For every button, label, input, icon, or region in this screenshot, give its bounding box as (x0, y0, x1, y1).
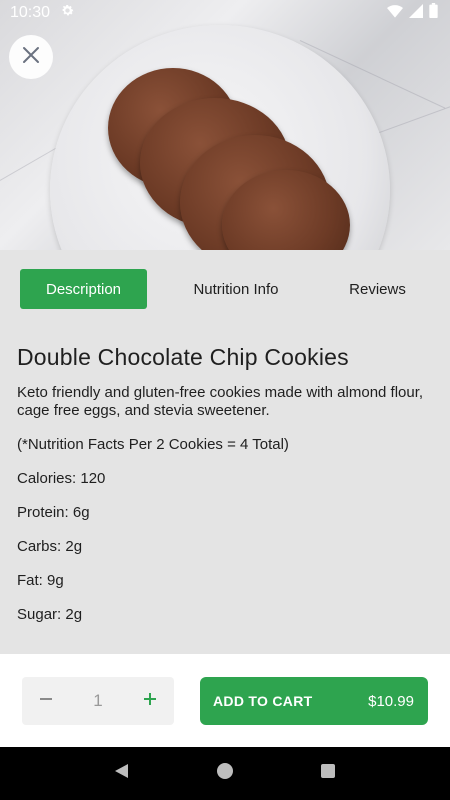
close-icon (22, 46, 40, 69)
home-button[interactable] (213, 762, 237, 786)
recents-icon (319, 762, 337, 785)
serving-note: (*Nutrition Facts Per 2 Cookies = 4 Tota… (17, 436, 289, 453)
fact-sugar: Sugar: 2g (17, 606, 83, 623)
fact-calories: Calories: 120 (17, 470, 106, 487)
recents-button[interactable] (316, 762, 340, 786)
battery-icon (429, 3, 438, 23)
tab-nutrition-info[interactable]: Nutrition Info (147, 269, 325, 309)
minus-icon (38, 691, 54, 712)
cart-bar: 1 ADD TO CART $10.99 (0, 654, 450, 747)
wifi-icon (387, 4, 403, 23)
navigation-bar (0, 747, 450, 800)
decrement-button[interactable] (34, 689, 58, 713)
home-icon (216, 762, 234, 785)
fact-protein: Protein: 6g (17, 504, 90, 521)
product-image (0, 0, 450, 250)
plus-icon (142, 691, 158, 712)
close-button[interactable] (9, 35, 53, 79)
add-to-cart-button[interactable]: ADD TO CART $10.99 (200, 677, 428, 725)
settings-icon (60, 3, 75, 23)
increment-button[interactable] (138, 689, 162, 713)
price-label: $10.99 (368, 692, 414, 710)
product-description: Keto friendly and gluten-free cookies ma… (17, 384, 424, 419)
status-time: 10:30 (10, 4, 51, 21)
quantity-value: 1 (93, 691, 103, 710)
description-panel: Double Chocolate Chip Cookies Keto frien… (17, 344, 433, 640)
status-bar: 10:30 (0, 0, 450, 26)
product-title: Double Chocolate Chip Cookies (17, 344, 349, 370)
tab-reviews[interactable]: Reviews (325, 269, 430, 309)
tab-description[interactable]: Description (20, 269, 147, 309)
back-button[interactable] (110, 762, 134, 786)
back-icon (113, 762, 131, 785)
fact-fat: Fat: 9g (17, 572, 64, 589)
signal-icon (409, 3, 423, 23)
quantity-stepper: 1 (22, 677, 174, 725)
add-to-cart-label: ADD TO CART (213, 693, 313, 709)
fact-carbs: Carbs: 2g (17, 538, 83, 555)
tab-bar: Description Nutrition Info Reviews (0, 250, 450, 328)
